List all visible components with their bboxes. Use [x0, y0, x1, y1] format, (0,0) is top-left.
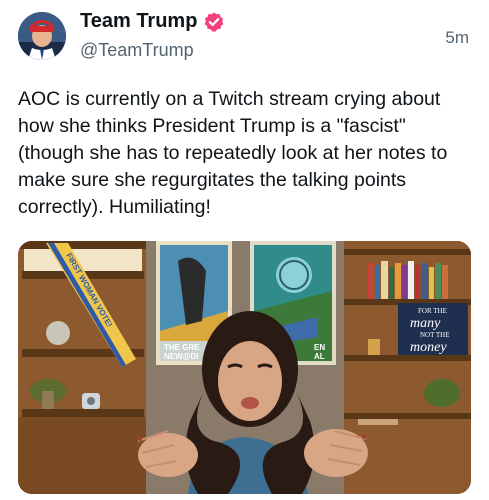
sign-line-2: many [410, 316, 441, 331]
poster-left-line-1: THE GRE [164, 343, 200, 352]
tweet-card[interactable]: Team Trump @TeamTrump 5m AOC is currentl… [0, 0, 489, 500]
user-handle[interactable]: @TeamTrump [80, 40, 194, 61]
post-timestamp[interactable]: 5m [445, 28, 469, 48]
poster-right-line-1: EN [314, 343, 325, 352]
avatar[interactable] [18, 12, 66, 60]
sign-line-3: NOT THE [420, 331, 450, 339]
verified-badge-icon [204, 11, 224, 32]
post-text: AOC is currently on a Twitch stream cryi… [18, 88, 448, 218]
poster-left-line-2: NEW@DI [164, 352, 198, 361]
sign-line-4: money [410, 340, 447, 355]
sign-line-1: FOR THE [418, 307, 447, 315]
display-name[interactable]: Team Trump [80, 10, 197, 33]
poster-right-line-2: AL [314, 352, 325, 361]
video-thumbnail[interactable]: FIRST WOMAN VOTE! THE GRE NEW@DI EN AL F… [18, 241, 471, 494]
